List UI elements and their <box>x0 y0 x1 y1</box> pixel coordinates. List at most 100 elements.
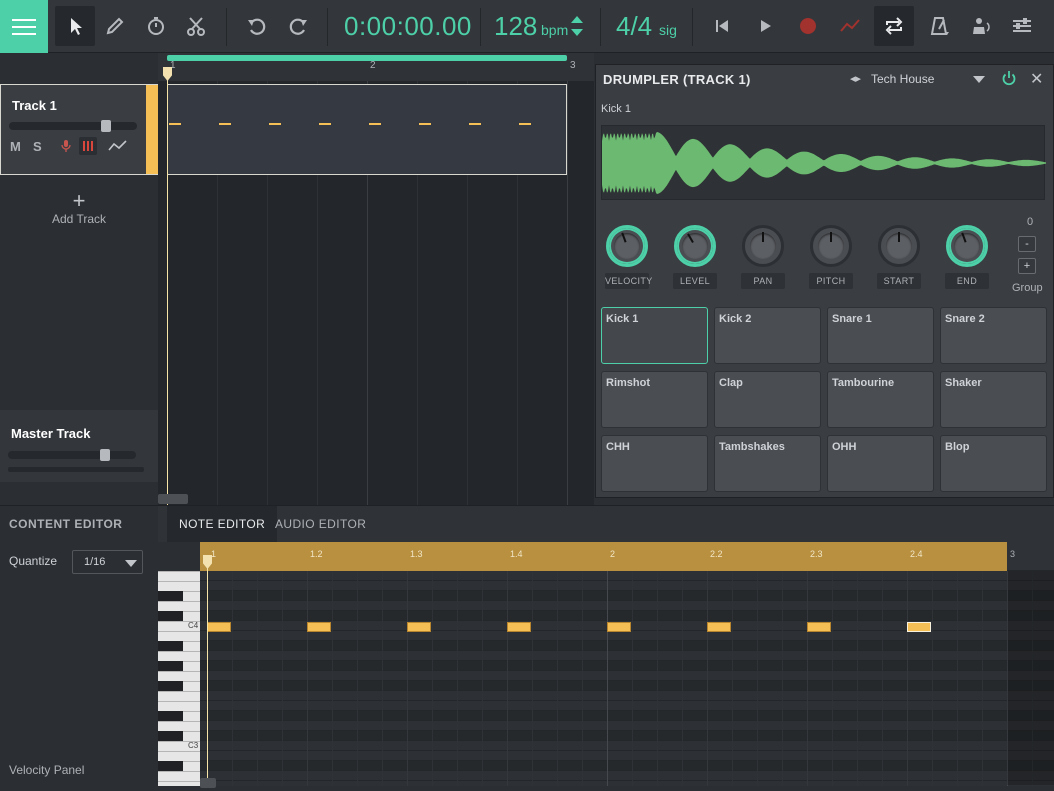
horizontal-scrollbar[interactable] <box>158 494 188 504</box>
mixer-button[interactable] <box>1002 6 1042 46</box>
black-key[interactable] <box>158 731 183 741</box>
preset-name[interactable]: Tech House <box>871 72 934 86</box>
master-volume-handle[interactable] <box>100 449 110 461</box>
track-name[interactable]: Track 1 <box>12 98 57 113</box>
ruler-label: 1.4 <box>510 549 523 559</box>
note-grid[interactable] <box>200 571 1054 786</box>
menu-button[interactable] <box>0 0 48 53</box>
black-key[interactable] <box>158 641 183 651</box>
note-editor-ruler[interactable]: 1 1.2 1.3 1.4 2 2.2 2.3 2.4 3 <box>200 542 1054 571</box>
drum-pad[interactable]: Blop <box>940 435 1047 492</box>
pitch-row <box>200 661 1054 671</box>
grid-line <box>557 571 558 786</box>
pitch-row <box>200 721 1054 731</box>
knob-label: PAN <box>741 273 785 289</box>
close-icon[interactable]: ✕ <box>1030 69 1043 89</box>
grid-line <box>857 571 858 786</box>
knob-label: PITCH <box>809 273 853 289</box>
start-knob[interactable]: START <box>877 225 921 289</box>
black-key[interactable] <box>158 591 183 601</box>
drum-pad[interactable]: OHH <box>827 435 934 492</box>
track-volume-slider[interactable] <box>9 120 137 132</box>
monitor-button[interactable] <box>961 6 1001 46</box>
midi-note[interactable] <box>707 622 731 632</box>
timeline-ruler[interactable]: 1 2 3 <box>158 53 594 81</box>
midi-note[interactable] <box>307 622 331 632</box>
bpm-stepper-icon[interactable] <box>568 13 586 39</box>
timer-tool-button[interactable] <box>136 6 176 46</box>
grid-line <box>932 571 933 786</box>
tab-note-editor[interactable]: NOTE EDITOR <box>167 506 278 542</box>
signature-unit: sig <box>659 22 677 38</box>
pitch-row <box>200 761 1054 771</box>
mute-button[interactable]: M <box>10 139 21 154</box>
level-knob[interactable]: LEVEL <box>673 225 717 289</box>
drum-pad[interactable]: Clap <box>714 371 821 428</box>
instrument-button[interactable] <box>79 137 97 155</box>
drum-pad[interactable]: Kick 1 <box>601 307 708 364</box>
midi-note[interactable] <box>607 622 631 632</box>
pan-knob[interactable]: PAN <box>741 225 785 289</box>
midi-note[interactable] <box>407 622 431 632</box>
loop-region[interactable] <box>167 55 567 61</box>
black-key[interactable] <box>158 681 183 691</box>
clip-note <box>519 123 531 125</box>
midi-note[interactable] <box>207 622 231 632</box>
metronome-button[interactable] <box>919 6 959 46</box>
pitch-row <box>200 681 1054 691</box>
waveform-display[interactable] <box>601 125 1046 200</box>
midi-note[interactable] <box>807 622 831 632</box>
pencil-tool-button[interactable] <box>95 6 135 46</box>
automation-lane-icon[interactable] <box>108 139 128 153</box>
black-key[interactable] <box>158 611 183 621</box>
group-minus-button[interactable]: - <box>1018 236 1036 252</box>
grid-line <box>307 571 308 786</box>
drum-pad[interactable]: CHH <box>601 435 708 492</box>
drum-pad[interactable]: Snare 1 <box>827 307 934 364</box>
track-header[interactable]: Track 1 M S <box>0 84 158 175</box>
drum-pad[interactable]: Shaker <box>940 371 1047 428</box>
scissors-tool-button[interactable] <box>176 6 216 46</box>
drum-pad[interactable]: Tambshakes <box>714 435 821 492</box>
drum-pad[interactable]: Kick 2 <box>714 307 821 364</box>
piano-keyboard[interactable]: C4 C3 <box>158 571 200 786</box>
time-signature[interactable]: 4/4 <box>616 11 652 42</box>
pitch-knob[interactable]: PITCH <box>809 225 853 289</box>
drum-pad[interactable]: Rimshot <box>601 371 708 428</box>
tab-audio-editor[interactable]: AUDIO EDITOR <box>263 506 378 542</box>
note-scrollbar[interactable] <box>200 778 216 788</box>
pitch-row <box>200 741 1054 751</box>
drum-pad[interactable]: Tambourine <box>827 371 934 428</box>
pointer-tool-button[interactable] <box>55 6 95 46</box>
rewind-button[interactable] <box>702 6 742 46</box>
automation-record-button[interactable] <box>830 6 870 46</box>
end-knob[interactable]: END <box>945 225 989 289</box>
record-button[interactable] <box>788 6 828 46</box>
solo-button[interactable]: S <box>33 139 42 154</box>
master-track-header[interactable]: Master Track <box>0 410 158 482</box>
undo-button[interactable] <box>237 6 277 46</box>
preset-nav-icon[interactable]: ◂▸ <box>850 72 861 85</box>
preset-dropdown-icon[interactable] <box>973 76 985 83</box>
loop-button[interactable] <box>874 6 914 46</box>
velocity-panel-toggle[interactable]: Velocity Panel <box>9 763 84 777</box>
black-key[interactable] <box>158 661 183 671</box>
midi-note[interactable] <box>907 622 931 632</box>
add-track-button[interactable]: + Add Track <box>0 190 158 227</box>
black-key[interactable] <box>158 761 183 771</box>
drum-pad[interactable]: Snare 2 <box>940 307 1047 364</box>
quantize-select[interactable]: 1/16 <box>72 550 143 574</box>
redo-button[interactable] <box>278 6 318 46</box>
volume-handle[interactable] <box>101 120 111 132</box>
group-plus-button[interactable]: + <box>1018 258 1036 274</box>
record-arm-icon[interactable] <box>60 139 72 153</box>
arrangement-view[interactable]: 1 2 3 <box>158 53 594 505</box>
bpm-value[interactable]: 128 <box>494 11 537 42</box>
midi-note[interactable] <box>507 622 531 632</box>
power-icon[interactable] <box>1001 70 1017 86</box>
velocity-knob[interactable]: VELOCITY <box>605 225 652 289</box>
master-volume-slider[interactable] <box>8 449 136 461</box>
midi-clip[interactable] <box>167 84 567 175</box>
black-key[interactable] <box>158 711 183 721</box>
play-button[interactable] <box>745 6 785 46</box>
